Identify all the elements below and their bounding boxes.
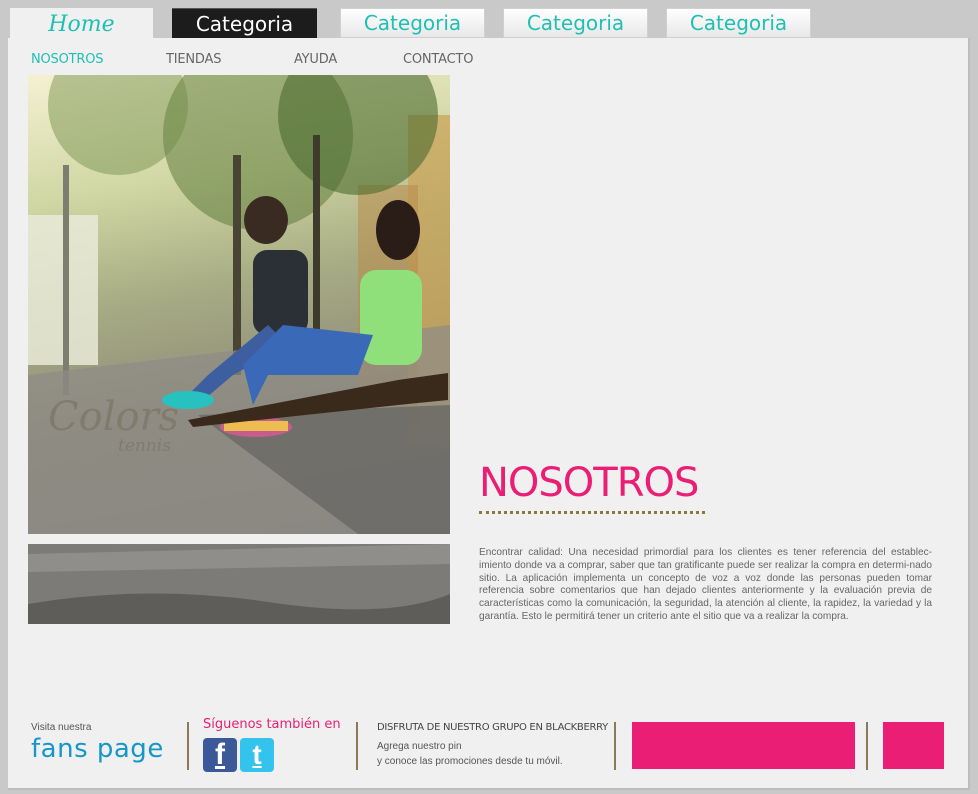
visit-label: Visita nuestra [31, 722, 92, 733]
watermark-text: Colors [48, 394, 179, 440]
subnav-contacto[interactable]: CONTACTO [403, 52, 473, 67]
blackberry-line-2: y conoce las promociones desde tu móvil. [377, 756, 563, 767]
footer-divider-4 [866, 722, 868, 770]
tab-categoria-3[interactable]: Categoria [503, 8, 648, 38]
section-title: NOSOTROS [479, 460, 699, 506]
blackberry-line-1: Agrega nuestro pin [377, 741, 462, 752]
subnav-ayuda[interactable]: AYUDA [294, 52, 337, 67]
subnav-tiendas[interactable]: TIENDAS [166, 52, 221, 67]
facebook-icon[interactable]: f [203, 738, 237, 772]
tab-home[interactable]: Home [10, 8, 153, 40]
watermark-subtext: tennis [118, 436, 171, 456]
hero-photo: Colors tennis [28, 75, 450, 534]
hero-photo-illustration: Colors tennis [28, 75, 450, 534]
tab-categoria-1[interactable]: Categoria [172, 8, 317, 38]
subnav-nosotros[interactable]: NOSOTROS [31, 52, 104, 67]
title-divider [479, 511, 705, 514]
fans-page-link[interactable]: fans page [31, 734, 164, 764]
secondary-photo-illustration [28, 544, 450, 624]
pink-banner-small[interactable] [883, 722, 944, 769]
follow-label: Síguenos también en [203, 717, 341, 732]
secondary-photo [28, 544, 450, 624]
footer-divider-3 [614, 722, 616, 770]
section-body: Encontrar calidad: Una necesidad primord… [479, 547, 932, 622]
blackberry-title: DISFRUTA DE NUESTRO GRUPO EN BLACKBERRY [377, 722, 608, 733]
tab-categoria-2[interactable]: Categoria [340, 8, 485, 38]
pink-banner-large[interactable] [632, 722, 855, 769]
twitter-icon[interactable]: t [240, 738, 274, 772]
footer-divider-1 [187, 722, 189, 770]
footer-divider-2 [356, 722, 358, 770]
tab-categoria-4[interactable]: Categoria [666, 8, 811, 38]
